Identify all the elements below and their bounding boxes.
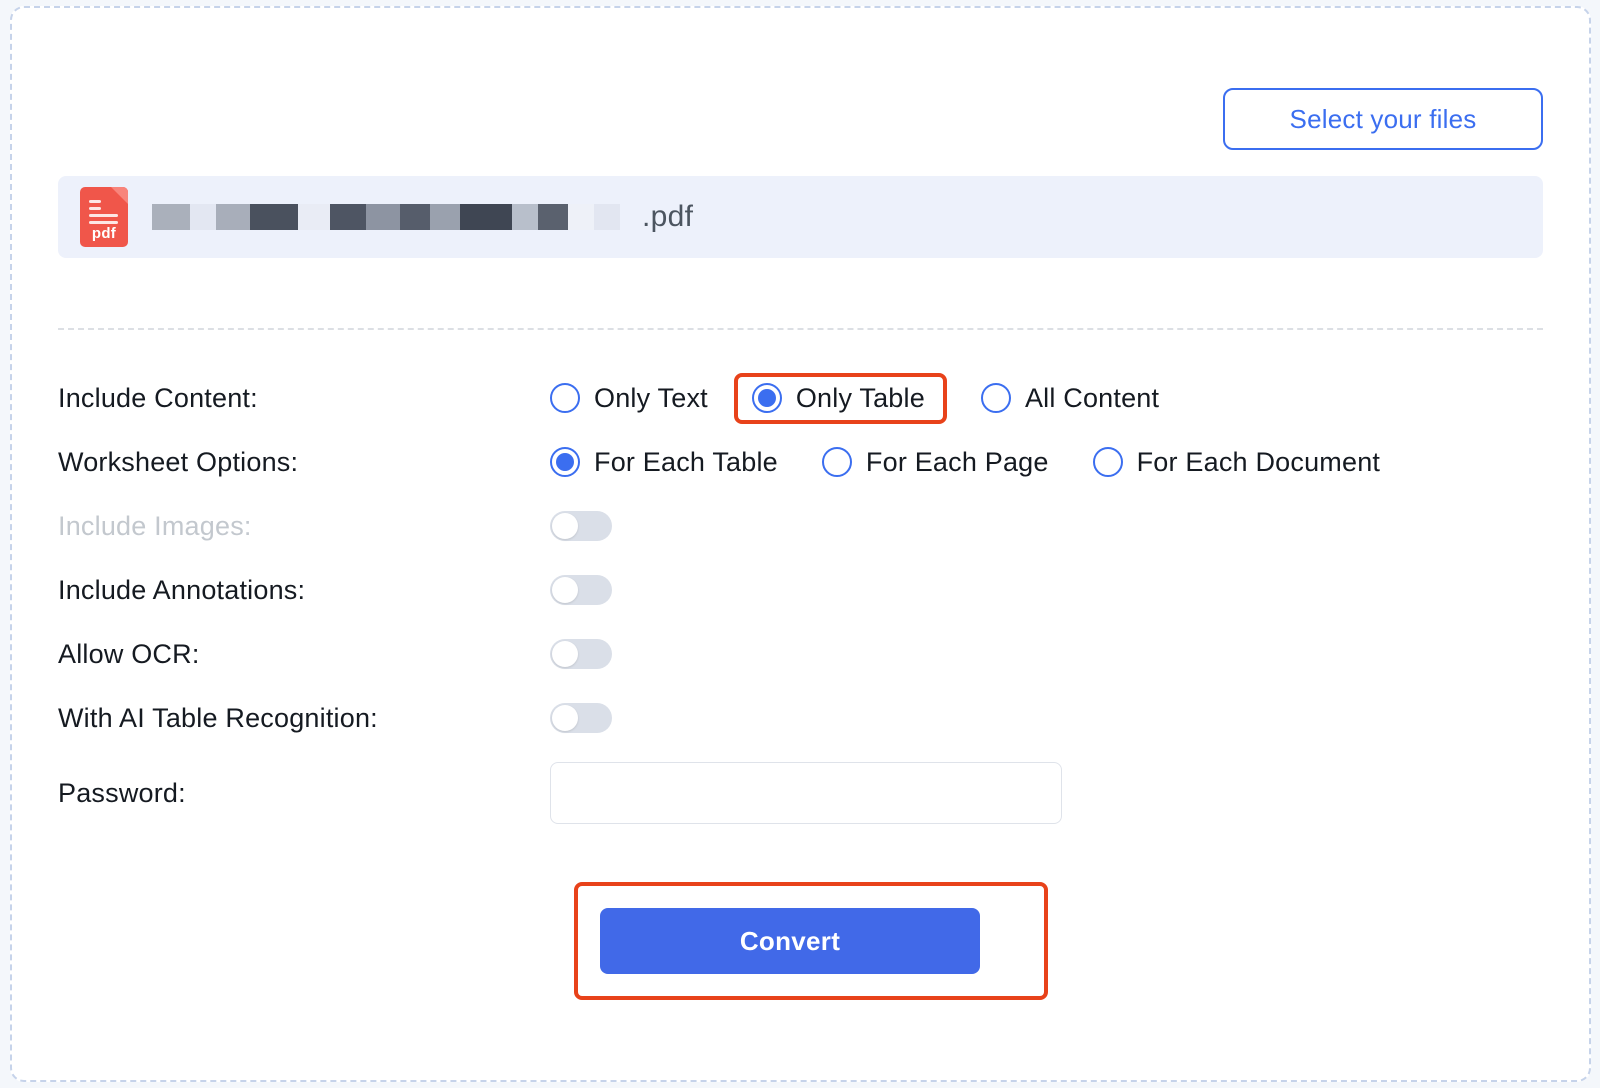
radio-for-each-document[interactable]: For Each Document [1092, 437, 1381, 488]
pdf-icon-line [89, 207, 101, 210]
password-input[interactable] [550, 762, 1062, 824]
radio-for-each-page[interactable]: For Each Page [821, 437, 1049, 488]
toggle-knob [552, 577, 578, 603]
pdf-icon-label: pdf [91, 225, 117, 242]
option-label-ai-table-recognition: With AI Table Recognition: [58, 702, 378, 733]
convert-highlight-box: Convert [574, 882, 1048, 1000]
radio-all-content[interactable]: All Content [980, 373, 1160, 424]
radio-group-worksheet-options: For Each Table For Each Page For Each Do… [550, 437, 1380, 488]
option-label-worksheet-options: Worksheet Options: [58, 446, 299, 477]
file-name-redacted [152, 204, 620, 230]
radio-only-text[interactable]: Only Text [550, 373, 708, 424]
radio-label: All Content [1024, 382, 1160, 413]
option-control-include-images [550, 511, 612, 541]
radio-label: For Each Table [594, 446, 778, 477]
option-label-include-content: Include Content: [58, 382, 258, 413]
pdf-file-icon: pdf [80, 187, 128, 247]
toggle-knob [552, 641, 578, 667]
toggle-include-images[interactable] [550, 511, 612, 541]
toggle-allow-ocr[interactable] [550, 639, 612, 669]
toggle-knob [552, 513, 578, 539]
uploaded-file-row[interactable]: pdf .pdf [58, 176, 1543, 258]
select-your-files-button[interactable]: Select your files [1223, 88, 1543, 150]
convert-button[interactable]: Convert [600, 908, 980, 974]
radio-circle-icon [821, 447, 852, 477]
section-divider [58, 328, 1543, 330]
toggle-knob [552, 705, 578, 731]
file-extension: .pdf [642, 200, 694, 233]
conversion-options: Include Content: Only Text Only Table Al… [58, 366, 1543, 836]
convert-action-row: Convert [58, 882, 1543, 1000]
option-row-password: Password: [58, 750, 1543, 836]
option-label-allow-ocr: Allow OCR: [58, 638, 200, 669]
radio-label: For Each Page [865, 446, 1049, 477]
option-row-include-annotations: Include Annotations: [58, 558, 1543, 622]
option-label-password: Password: [58, 777, 186, 808]
option-row-ai-table-recognition: With AI Table Recognition: [58, 686, 1543, 750]
radio-only-table[interactable]: Only Table [733, 372, 947, 424]
radio-circle-icon [550, 447, 580, 477]
option-control-ai-table-recognition [550, 703, 612, 733]
radio-circle-icon [1092, 447, 1123, 477]
file-drop-zone[interactable]: Select your files pdf .pdf Include Conte… [10, 6, 1591, 1082]
toggle-ai-table-recognition[interactable] [550, 703, 612, 733]
option-label-include-annotations: Include Annotations: [58, 574, 306, 605]
radio-circle-icon [550, 383, 580, 413]
option-control-password [550, 762, 1062, 824]
option-label-include-images: Include Images: [58, 510, 252, 541]
pdf-icon-line [89, 200, 101, 203]
option-row-include-images: Include Images: [58, 494, 1543, 558]
option-control-worksheet-options: For Each Table For Each Page For Each Do… [550, 437, 1380, 488]
radio-circle-icon [751, 383, 782, 413]
radio-label: Only Text [594, 382, 708, 413]
option-control-include-annotations [550, 575, 612, 605]
file-name-wrap: .pdf [152, 200, 693, 234]
option-control-allow-ocr [550, 639, 612, 669]
toggle-include-annotations[interactable] [550, 575, 612, 605]
select-files-row: Select your files [58, 8, 1543, 150]
radio-circle-icon [980, 383, 1011, 413]
pdf-icon-line [89, 214, 118, 217]
radio-label: For Each Document [1136, 446, 1381, 477]
option-row-worksheet-options: Worksheet Options: For Each Table For Ea… [58, 430, 1543, 494]
option-control-include-content: Only Text Only Table All Content [550, 372, 1160, 424]
radio-label: Only Table [795, 382, 925, 413]
pdf-icon-line [89, 221, 118, 224]
option-row-allow-ocr: Allow OCR: [58, 622, 1543, 686]
option-row-include-content: Include Content: Only Text Only Table Al… [58, 366, 1543, 430]
radio-for-each-table[interactable]: For Each Table [550, 437, 778, 488]
radio-group-include-content: Only Text Only Table All Content [550, 372, 1160, 424]
